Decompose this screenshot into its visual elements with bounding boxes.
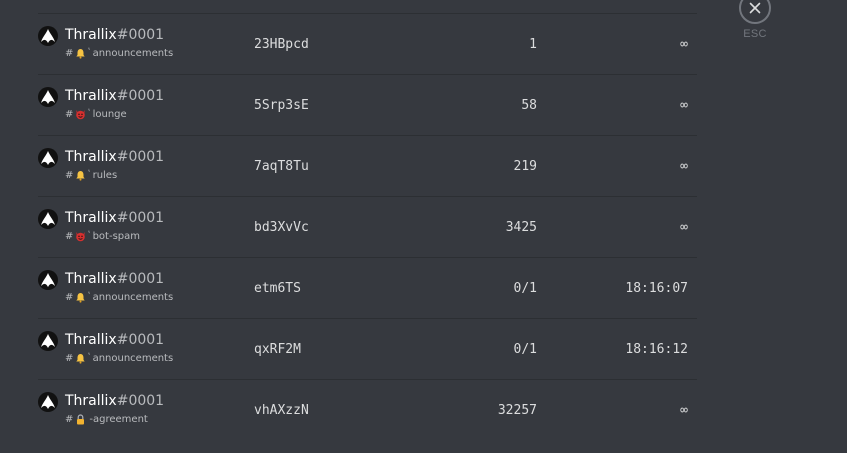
invite-row: Thrallix#0001 # ʽ announcements etm6TS 0/1… xyxy=(38,257,697,318)
lock-icon xyxy=(75,414,86,425)
close-icon xyxy=(749,2,761,14)
channel-name: rules xyxy=(92,170,118,181)
channel-separator: ʽ xyxy=(87,353,91,364)
channel-name: announcements xyxy=(92,353,174,364)
invite-row: Thrallix#0001 # ʽ announcements 23HBpcd 1 … xyxy=(38,13,697,74)
channel-name: -agreement xyxy=(89,414,148,425)
invite-expires: ∞ xyxy=(680,37,688,52)
invite-expires: ∞ xyxy=(680,159,688,174)
user-discriminator: #0001 xyxy=(116,27,165,43)
username: Thrallix xyxy=(65,210,117,226)
invite-creator: Thrallix#0001 xyxy=(65,393,164,410)
hash-icon: # xyxy=(65,353,74,364)
channel-separator: ʽ xyxy=(87,231,91,242)
channel-separator: ʽ xyxy=(87,109,91,120)
invite-row: Thrallix#0001 # ʽ announcements qxRF2M 0/1… xyxy=(38,318,697,379)
user-discriminator: #0001 xyxy=(116,210,165,226)
channel-name: announcements xyxy=(92,292,174,303)
user-discriminator: #0001 xyxy=(116,149,165,165)
invite-channel: # ʽ announcements xyxy=(65,352,173,365)
invite-code[interactable]: 23HBpcd xyxy=(254,36,309,53)
channel-separator: ʽ xyxy=(87,48,91,59)
avatar[interactable] xyxy=(38,209,58,229)
channel-separator: ʽ xyxy=(87,292,91,303)
invite-channel: # ʽ announcements xyxy=(65,291,173,304)
invite-uses: 0/1 xyxy=(513,281,537,296)
channel-name: announcements xyxy=(92,48,174,59)
invite-creator: Thrallix#0001 xyxy=(65,149,164,166)
avatar[interactable] xyxy=(38,148,58,168)
username: Thrallix xyxy=(65,332,117,348)
hash-icon: # xyxy=(65,48,74,59)
invite-row: Thrallix#0001 # -agreement vhAXzzN 32257 … xyxy=(38,379,697,440)
invite-uses: 32257 xyxy=(497,403,537,418)
invite-creator: Thrallix#0001 xyxy=(65,27,164,44)
invite-list: Thrallix#0001 # ʽ announcements 23HBpcd 1 … xyxy=(38,13,697,440)
invite-expires: 18:16:07 xyxy=(625,281,688,296)
channel-name: bot-spam xyxy=(92,231,140,242)
invite-code[interactable]: 5Srp3sE xyxy=(254,97,309,114)
invite-uses: 0/1 xyxy=(513,342,537,357)
username: Thrallix xyxy=(65,88,117,104)
invite-code[interactable]: 7aqT8Tu xyxy=(254,158,309,175)
invite-creator: Thrallix#0001 xyxy=(65,332,164,349)
invite-uses: 219 xyxy=(513,159,537,174)
username: Thrallix xyxy=(65,149,117,165)
esc-label: ESC xyxy=(743,28,767,40)
invite-channel: # ʽ bot-spam xyxy=(65,230,140,243)
hash-icon: # xyxy=(65,292,74,303)
hash-icon: # xyxy=(65,231,74,242)
invite-channel: # ʽ rules xyxy=(65,169,117,182)
hash-icon: # xyxy=(65,109,74,120)
user-discriminator: #0001 xyxy=(116,271,165,287)
close-control: ESC xyxy=(737,0,773,40)
channel-separator: ʽ xyxy=(87,170,91,181)
avatar[interactable] xyxy=(38,87,58,107)
bell-icon xyxy=(75,353,86,364)
username: Thrallix xyxy=(65,393,117,409)
username: Thrallix xyxy=(65,271,117,287)
invite-uses: 58 xyxy=(521,98,537,113)
hash-icon: # xyxy=(65,414,74,425)
invite-code[interactable]: qxRF2M xyxy=(254,341,301,358)
invite-code[interactable]: vhAXzzN xyxy=(254,402,309,419)
invite-channel: # -agreement xyxy=(65,413,148,426)
avatar[interactable] xyxy=(38,331,58,351)
bell-icon xyxy=(75,292,86,303)
invite-channel: # ʽ announcements xyxy=(65,47,173,60)
avatar[interactable] xyxy=(38,270,58,290)
hash-icon: # xyxy=(65,170,74,181)
channel-name: lounge xyxy=(92,109,127,120)
invite-expires: ∞ xyxy=(680,403,688,418)
invite-uses: 1 xyxy=(529,37,537,52)
invite-expires: ∞ xyxy=(680,98,688,113)
user-discriminator: #0001 xyxy=(116,393,165,409)
invite-expires: 18:16:12 xyxy=(625,342,688,357)
invite-uses: 3425 xyxy=(505,220,537,235)
devil-face-icon xyxy=(75,231,86,242)
user-discriminator: #0001 xyxy=(116,332,165,348)
username: Thrallix xyxy=(65,27,117,43)
avatar[interactable] xyxy=(38,392,58,412)
invite-channel: # ʽ lounge xyxy=(65,108,127,121)
invite-code[interactable]: etm6TS xyxy=(254,280,301,297)
invite-creator: Thrallix#0001 xyxy=(65,210,164,227)
invite-code[interactable]: bd3XvVc xyxy=(254,219,309,236)
bell-icon xyxy=(75,170,86,181)
bell-icon xyxy=(75,48,86,59)
devil-face-icon xyxy=(75,109,86,120)
invite-row: Thrallix#0001 # ʽ lounge 5Srp3sE 58 ∞ xyxy=(38,74,697,135)
invite-expires: ∞ xyxy=(680,220,688,235)
invite-creator: Thrallix#0001 xyxy=(65,271,164,288)
user-discriminator: #0001 xyxy=(116,88,165,104)
invite-row: Thrallix#0001 # ʽ rules 7aqT8Tu 219 ∞ xyxy=(38,135,697,196)
close-button[interactable] xyxy=(739,0,771,24)
invites-page: Thrallix#0001 # ʽ announcements 23HBpcd 1 … xyxy=(0,0,847,453)
avatar[interactable] xyxy=(38,26,58,46)
invite-creator: Thrallix#0001 xyxy=(65,88,164,105)
invite-row: Thrallix#0001 # ʽ bot-spam bd3XvVc 3425 ∞ xyxy=(38,196,697,257)
